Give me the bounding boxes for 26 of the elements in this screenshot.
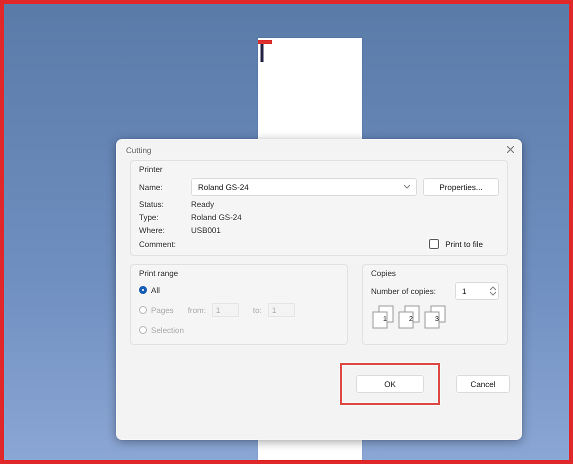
field-label: from: <box>188 306 206 314</box>
print-to-file-checkbox[interactable]: Print to file <box>429 239 483 249</box>
properties-button[interactable]: Properties... <box>423 178 499 196</box>
spinner-arrows-icon <box>490 286 496 296</box>
group-heading: Printer <box>139 165 164 174</box>
field-value: USB001 <box>191 226 221 235</box>
group-heading: Copies <box>371 269 397 278</box>
radio-option[interactable]: All <box>139 286 160 294</box>
field-label: Name: <box>139 182 164 192</box>
field-value: Ready <box>191 200 214 209</box>
ok-button[interactable]: OK <box>356 375 424 393</box>
printer-dropdown[interactable]: Roland GS-24 <box>191 178 417 196</box>
field-label: to: <box>252 306 262 314</box>
group-heading: Print range <box>139 269 180 278</box>
close-button[interactable] <box>507 145 514 156</box>
field-label: Type: <box>139 213 160 222</box>
field-label: Where: <box>139 226 166 235</box>
close-icon <box>507 146 514 153</box>
field-label: Number of copies: <box>371 286 436 296</box>
field-value: Roland GS-24 <box>191 213 242 222</box>
chevron-down-icon <box>404 185 410 189</box>
field-label: Status: <box>139 200 165 209</box>
copies-spinner[interactable]: 1 <box>455 282 499 300</box>
field-label: Comment: <box>139 240 177 248</box>
window-title: Cutting <box>126 146 152 155</box>
cancel-button[interactable]: Cancel <box>456 375 510 393</box>
